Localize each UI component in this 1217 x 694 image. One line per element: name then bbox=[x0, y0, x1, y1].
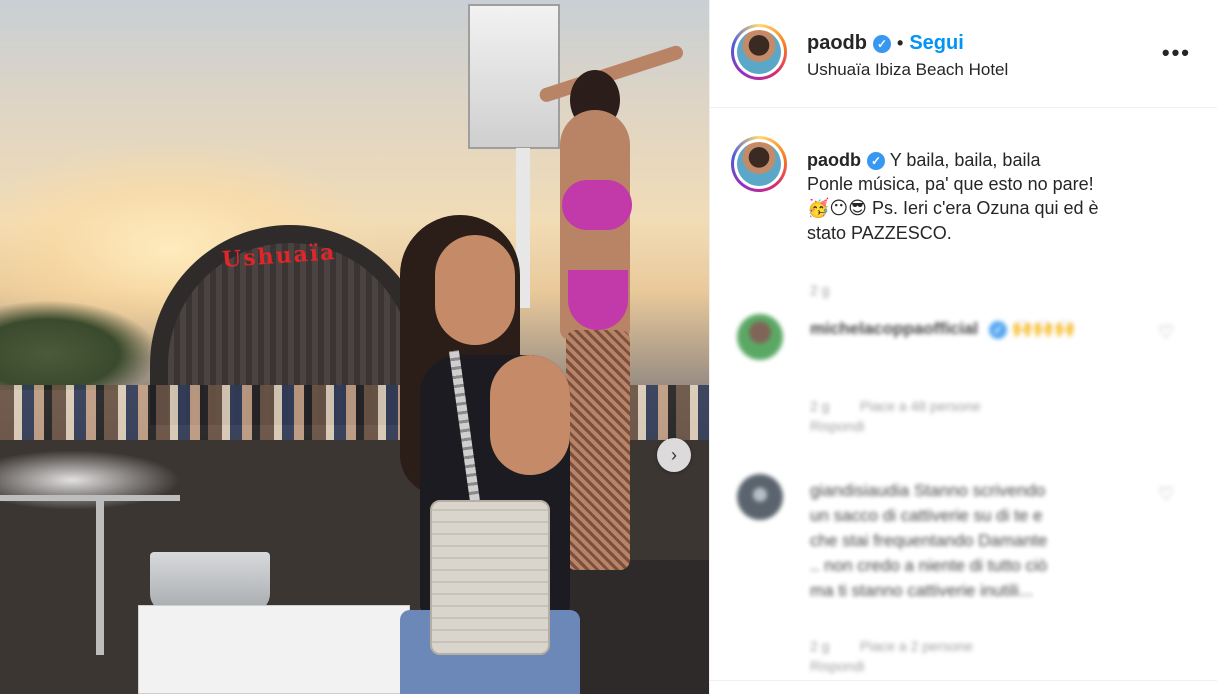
avatar[interactable] bbox=[731, 24, 787, 80]
ice-bucket bbox=[150, 552, 270, 612]
comment-likes[interactable]: Piace a 2 persone bbox=[860, 638, 973, 654]
comment-avatar[interactable] bbox=[737, 474, 783, 520]
comment-avatar[interactable] bbox=[737, 314, 783, 360]
comment-time: 2 g bbox=[810, 638, 830, 654]
caption-emojis: 🥳😶😎 bbox=[807, 198, 867, 219]
comment-body: michelacoppaofficial ✓ 🙌🙌🙌 bbox=[810, 316, 1150, 342]
caption-avatar[interactable] bbox=[731, 136, 787, 192]
more-options-icon[interactable]: ••• bbox=[1162, 40, 1191, 66]
like-heart-icon[interactable]: ♡ bbox=[1158, 322, 1174, 343]
post-sidebar: paodb ✓ • Segui Ushuaïa Ibiza Beach Hotel •… bbox=[709, 0, 1217, 694]
caption-line-2: Ponle música, pa' que esto no pare! bbox=[807, 174, 1094, 194]
username-link[interactable]: paodb bbox=[807, 32, 867, 54]
action-bar bbox=[710, 680, 1217, 694]
caption-line-4: stato PAZZESCO. bbox=[807, 223, 952, 243]
mist bbox=[0, 450, 180, 510]
comment-line: giandisiaudia Stanno scrivendo bbox=[810, 481, 1046, 500]
railing-post bbox=[96, 495, 104, 655]
handbag bbox=[430, 500, 550, 655]
comment-line: ma ti stanno cattiverie inutili... bbox=[810, 581, 1033, 600]
reply-link[interactable]: Rispondi bbox=[810, 658, 864, 674]
railing bbox=[0, 495, 180, 501]
verified-icon: ✓ bbox=[867, 152, 885, 171]
comment-body: giandisiaudia Stanno scrivendo un sacco … bbox=[810, 478, 1150, 603]
location-link[interactable]: Ushuaïa Ibiza Beach Hotel bbox=[807, 60, 1008, 80]
comment-text: 🙌🙌🙌 bbox=[1011, 319, 1076, 339]
caption-username[interactable]: paodb bbox=[807, 150, 861, 170]
post-author: paodb ✓ • Segui bbox=[807, 32, 964, 55]
like-heart-icon[interactable]: ♡ bbox=[1158, 484, 1174, 505]
comment-likes[interactable]: Piace a 48 persone bbox=[860, 398, 981, 414]
comment-username[interactable]: michelacoppaofficial bbox=[810, 319, 978, 338]
reply-link[interactable]: Rispondi bbox=[810, 418, 864, 434]
caption-text: paodb ✓ Y baila, baila, baila Ponle músic… bbox=[807, 148, 1207, 245]
post-header: paodb ✓ • Segui Ushuaïa Ibiza Beach Hotel •… bbox=[710, 0, 1217, 108]
caption-line-3: Ps. Ieri c'era Ozuna qui ed è bbox=[866, 198, 1099, 218]
caption-line-1: Y baila, baila, baila bbox=[889, 150, 1041, 170]
next-photo-arrow-icon[interactable]: › bbox=[657, 438, 691, 472]
comment-time: 2 g bbox=[810, 398, 830, 414]
verified-icon: ✓ bbox=[873, 34, 891, 53]
comment-line: un sacco di cattiverie su di te e bbox=[810, 506, 1043, 525]
table bbox=[138, 605, 410, 694]
separator-dot: • bbox=[897, 33, 904, 54]
follow-button[interactable]: Segui bbox=[909, 32, 963, 54]
caption-time: 2 g bbox=[810, 282, 830, 298]
comment-line: che stai frequentando Damante bbox=[810, 531, 1048, 550]
post-photo[interactable]: Ushuaïa › bbox=[0, 0, 709, 694]
verified-icon: ✓ bbox=[988, 320, 1007, 339]
comment-line: .. non credo a niente di tutto ciò bbox=[810, 556, 1048, 575]
palm-trees bbox=[0, 300, 160, 390]
